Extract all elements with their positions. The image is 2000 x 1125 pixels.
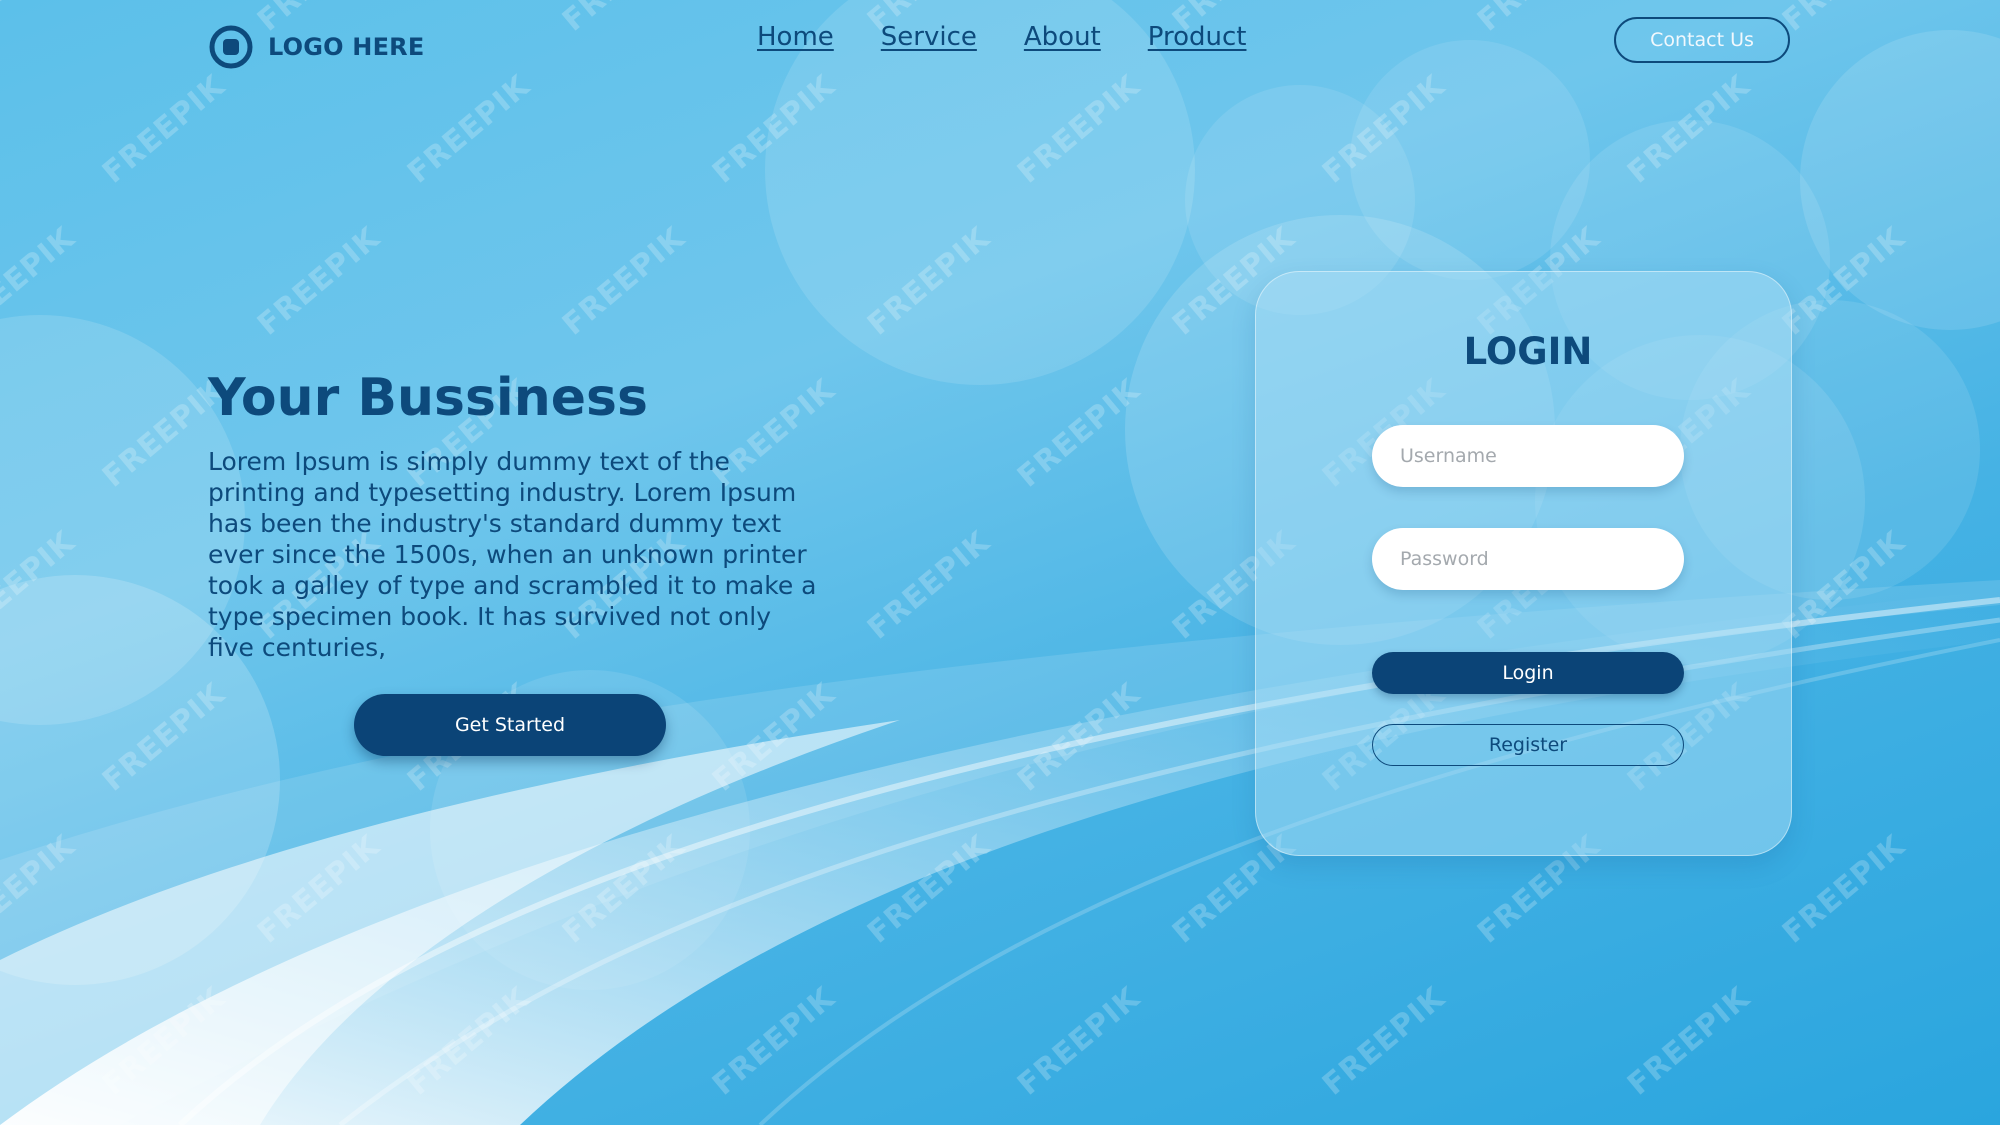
login-button[interactable]: Login xyxy=(1372,652,1684,694)
login-card: LOGIN Login Register xyxy=(1255,271,1792,856)
nav-link-product[interactable]: Product xyxy=(1148,22,1247,52)
password-input[interactable] xyxy=(1372,528,1684,590)
get-started-button[interactable]: Get Started xyxy=(354,694,666,756)
nav-link-about[interactable]: About xyxy=(1024,22,1101,52)
main-nav: Home Service About Product xyxy=(757,22,1293,52)
username-input[interactable] xyxy=(1372,425,1684,487)
logo[interactable]: LOGO HERE xyxy=(208,24,424,70)
nav-link-home[interactable]: Home xyxy=(757,22,834,52)
logo-icon xyxy=(209,25,253,69)
login-title: LOGIN xyxy=(1463,330,1593,373)
contact-us-button[interactable]: Contact Us xyxy=(1614,17,1790,63)
hero-description: Lorem Ipsum is simply dummy text of the … xyxy=(208,447,817,662)
logo-text: LOGO HERE xyxy=(268,33,425,61)
hero-title: Your Bussiness xyxy=(208,368,648,428)
nav-link-service[interactable]: Service xyxy=(881,22,977,52)
register-button[interactable]: Register xyxy=(1372,724,1684,766)
